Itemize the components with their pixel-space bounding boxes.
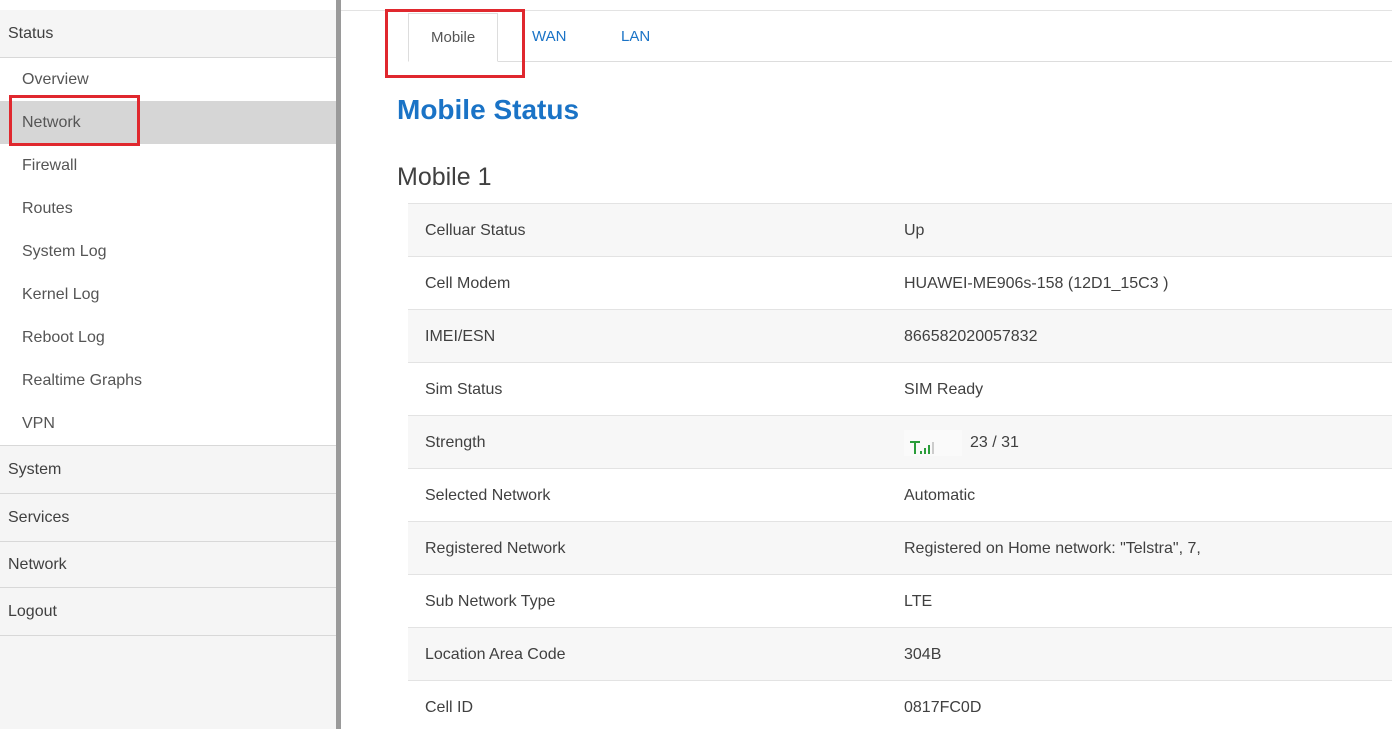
submenu-firewall[interactable]: Firewall [0, 144, 336, 187]
row-value: Automatic [904, 487, 976, 504]
row-value: 866582020057832 [904, 328, 1038, 345]
row-value: SIM Ready [904, 381, 984, 398]
menu-status[interactable]: Status [0, 10, 336, 58]
sidebar-top-spacer [0, 0, 336, 10]
row-value: LTE [904, 593, 933, 610]
mobile-status-table: Celluar Status Up Cell Modem HUAWEI-ME90… [408, 203, 1392, 733]
row-label: Cell ID [425, 699, 474, 716]
menu-system[interactable]: System [0, 446, 336, 494]
strength-value: 23 / 31 [970, 434, 1019, 451]
submenu-system-log[interactable]: System Log [0, 230, 336, 273]
status-submenu: Overview Network Firewall Routes System … [0, 58, 336, 446]
table-row: Celluar Status Up [408, 203, 1392, 256]
row-value: Registered on Home network: "Telstra", 7… [904, 540, 1201, 557]
submenu-vpn[interactable]: VPN [0, 402, 336, 445]
row-value: Up [904, 222, 925, 239]
submenu-network[interactable]: Network [0, 101, 336, 144]
table-row: Selected Network Automatic [408, 468, 1392, 521]
row-label: Location Area Code [425, 646, 566, 663]
tab-wan[interactable]: WAN [532, 13, 566, 61]
row-label: Sim Status [425, 381, 503, 398]
row-label: Strength [425, 434, 486, 451]
table-row: Cell Modem HUAWEI-ME906s-158 (12D1_15C3 … [408, 256, 1392, 309]
submenu-routes[interactable]: Routes [0, 187, 336, 230]
top-divider [341, 10, 1392, 11]
row-value: HUAWEI-ME906s-158 (12D1_15C3 ) [904, 275, 1169, 292]
table-row: Sub Network Type LTE [408, 574, 1392, 627]
row-value: 304B [904, 646, 942, 663]
tab-bar: Mobile WAN LAN [408, 13, 1392, 62]
table-row: Strength 23 / 31 [408, 415, 1392, 468]
main-content: Mobile WAN LAN Mobile Status Mobile 1 Ce… [341, 0, 1392, 729]
sidebar-menu: Status Overview Network Firewall Routes … [0, 10, 336, 636]
row-label: Cell Modem [425, 275, 511, 292]
table-row: Cell ID 0817FC0D [408, 680, 1392, 733]
table-row: Sim Status SIM Ready [408, 362, 1392, 415]
menu-network[interactable]: Network [0, 542, 336, 588]
row-label: Celluar Status [425, 222, 526, 239]
submenu-kernel-log[interactable]: Kernel Log [0, 273, 336, 316]
submenu-reboot-log[interactable]: Reboot Log [0, 316, 336, 359]
row-label: IMEI/ESN [425, 328, 496, 345]
row-value-strength: 23 / 31 [904, 416, 1019, 469]
table-row: Registered Network Registered on Home ne… [408, 521, 1392, 574]
tab-lan[interactable]: LAN [621, 13, 650, 61]
table-row: IMEI/ESN 866582020057832 [408, 309, 1392, 362]
signal-strength-icon [904, 429, 962, 456]
section-title: Mobile 1 [397, 163, 492, 191]
menu-services[interactable]: Services [0, 494, 336, 542]
page-title: Mobile Status [397, 94, 580, 125]
row-label: Sub Network Type [425, 593, 556, 610]
menu-logout[interactable]: Logout [0, 588, 336, 636]
submenu-overview[interactable]: Overview [0, 58, 336, 101]
row-label: Registered Network [425, 540, 566, 557]
row-label: Selected Network [425, 487, 551, 504]
tab-mobile[interactable]: Mobile [408, 13, 499, 62]
sidebar: Status Overview Network Firewall Routes … [0, 0, 341, 729]
submenu-realtime-graphs[interactable]: Realtime Graphs [0, 359, 336, 402]
row-value: 0817FC0D [904, 699, 982, 716]
table-row: Location Area Code 304B [408, 627, 1392, 680]
